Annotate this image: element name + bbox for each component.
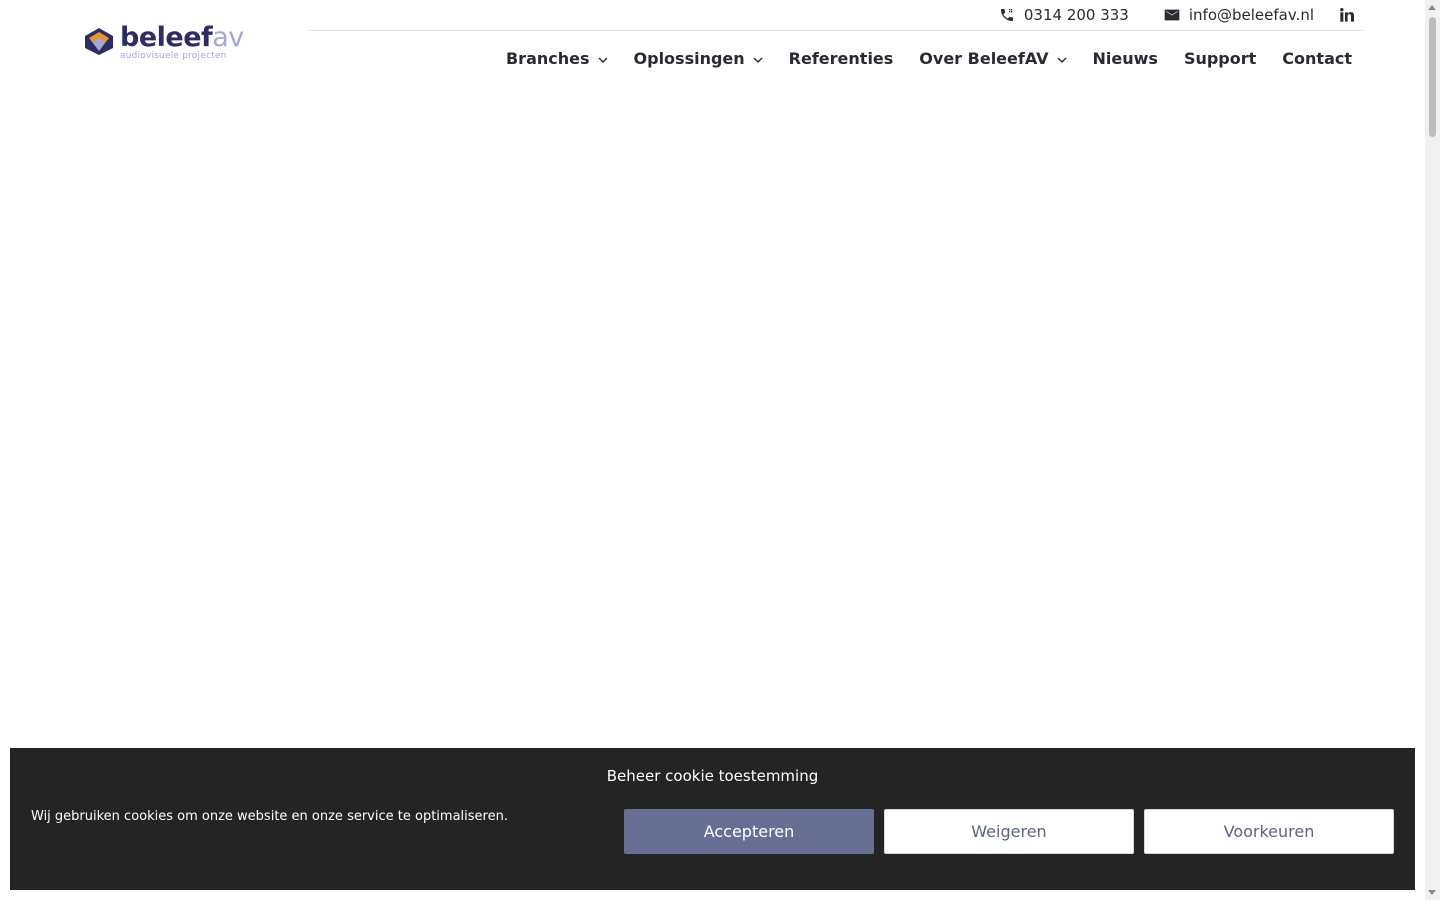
nav-item-oplossingen[interactable]: Oplossingen [634,49,763,68]
header-divider [309,30,1363,31]
deny-cookies-button[interactable]: Weigeren [884,809,1134,854]
nav-label: Support [1183,48,1257,68]
nav-item-referenties[interactable]: Referenties [789,49,894,68]
nav-item-support[interactable]: Support [1184,49,1256,68]
cookie-banner: Beheer cookie toestemming Wij gebruiken … [10,748,1415,890]
nav-label: Nieuws [1092,48,1158,68]
email-link[interactable]: info@beleefav.nl [1164,6,1314,24]
phone-icon [1000,9,1013,21]
phone-number: 0314 200 333 [1023,6,1129,24]
mail-icon [1164,9,1180,21]
logo-mark-icon [85,28,113,55]
linkedin-link[interactable] [1339,7,1355,23]
nav-label: Referenties [788,48,894,68]
page-scrollbar[interactable] [1425,0,1440,900]
accept-cookies-button[interactable]: Accepteren [624,809,874,854]
topbar: 0314 200 333 info@beleefav.nl [999,0,1355,30]
linkedin-icon [1340,8,1354,22]
logo-tagline: audiovisuele projecten [120,51,227,61]
nav-label: Branches [505,48,590,68]
nav-label: Contact [1282,48,1352,68]
phone-link[interactable]: 0314 200 333 [999,6,1129,24]
chevron-down-icon [1057,57,1067,63]
nav-item-over-beleefav[interactable]: Over BeleefAV [919,48,1067,68]
nav-item-contact[interactable]: Contact [1282,49,1352,68]
nav-item-branches[interactable]: Branches [506,49,608,68]
scrollbar-thumb[interactable] [1429,17,1436,137]
nav-item-nieuws[interactable]: Nieuws [1093,49,1158,68]
cookie-title: Beheer cookie toestemming [606,767,819,785]
nav-label: Oplossingen [633,48,745,68]
main-nav: Branches Oplossingen Referenties Over Be… [480,44,1352,72]
email-address: info@beleefav.nl [1188,6,1314,24]
logo-wordmark: beleefav [120,22,244,53]
chevron-down-icon [753,57,763,63]
logo[interactable]: beleefav audiovisuele projecten [82,22,257,66]
cookie-preferences-button[interactable]: Voorkeuren [1144,809,1394,854]
chevron-down-icon [598,57,608,63]
cookie-message: Wij gebruiken cookies om onze website en… [31,809,508,824]
scroll-down-arrow-icon[interactable] [1428,890,1436,895]
scroll-up-arrow-icon[interactable] [1428,5,1436,10]
nav-label: Over BeleefAV [919,48,1049,68]
